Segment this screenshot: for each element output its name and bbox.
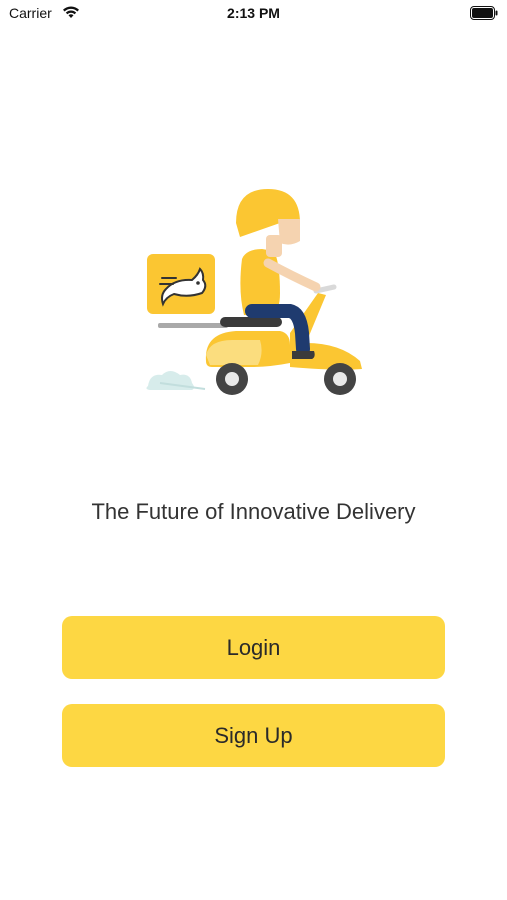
scooter-icon xyxy=(205,284,362,395)
delivery-box-icon xyxy=(147,254,215,314)
battery-icon xyxy=(470,6,498,20)
status-bar: Carrier 2:13 PM xyxy=(0,0,507,30)
clock: 2:13 PM xyxy=(227,5,280,21)
sign-up-button[interactable]: Sign Up xyxy=(62,704,445,767)
tagline: The Future of Innovative Delivery xyxy=(91,499,416,524)
delivery-scooter-illustration xyxy=(146,189,362,395)
speed-puff-icon xyxy=(146,371,206,390)
login-button[interactable]: Login xyxy=(62,616,445,679)
